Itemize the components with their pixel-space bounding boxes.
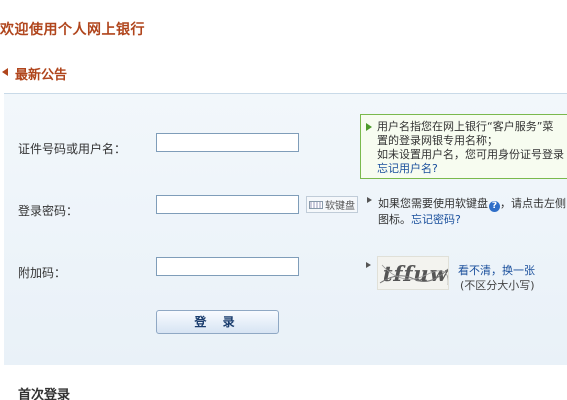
hint-line-2: 置的登录网银专用名称； [377,134,498,147]
captcha-input[interactable] [156,257,299,276]
page-title: 欢迎使用个人网上银行 [0,22,145,38]
hint-arrow-icon [366,262,371,268]
soft-keyboard-label: 软键盘 [325,201,355,212]
captcha-image[interactable]: tffuw [377,256,449,290]
captcha-refresh-link[interactable]: 看不清，换一张 [458,262,535,278]
password-hint-line1-end: ，请点击左侧 [500,197,566,210]
soft-keyboard-button[interactable]: 软键盘 [306,196,358,213]
hint-line-1: 用户名指您在网上银行“客户服务”菜 [377,120,554,133]
help-icon[interactable]: ? [489,201,500,212]
username-hint-text: 用户名指您在网上银行“客户服务”菜 置的登录网银专用名称； 如未设置用户名，您可… [377,120,567,176]
keyboard-icon [309,200,323,209]
username-label: 证件号码或用户名： [18,142,127,156]
hint-line-3: 如未设置用户名，您可用身份证号登录 [377,148,564,161]
password-label: 登录密码： [18,204,79,218]
login-button[interactable]: 登 录 [156,310,279,334]
notice-bar[interactable]: 最新公告 [0,60,567,90]
collapse-arrow-icon[interactable] [2,68,8,76]
notice-title[interactable]: 最新公告 [15,64,67,83]
first-login-title: 首次登录 [18,388,71,400]
password-hint-line2: 图标。 [378,213,411,226]
username-input[interactable] [156,133,299,152]
captcha-label: 附加码： [18,266,67,280]
password-hint-text: 如果您需要使用软键盘? ，请点击左侧 图标。忘记密码? [378,196,566,228]
captcha-noise [379,264,448,285]
hint-arrow-icon [366,123,372,131]
forgot-password-link[interactable]: 忘记密码? [411,213,461,226]
hint-arrow-icon [367,197,372,203]
password-hint-line1: 如果您需要使用软键盘 [378,197,488,210]
username-hint-box: 用户名指您在网上银行“客户服务”菜 置的登录网银专用名称； 如未设置用户名，您可… [360,114,567,179]
password-input[interactable] [156,195,299,214]
captcha-case-note: (不区分大小写) [460,279,535,292]
forgot-username-link[interactable]: 忘记用户名? [377,162,438,175]
